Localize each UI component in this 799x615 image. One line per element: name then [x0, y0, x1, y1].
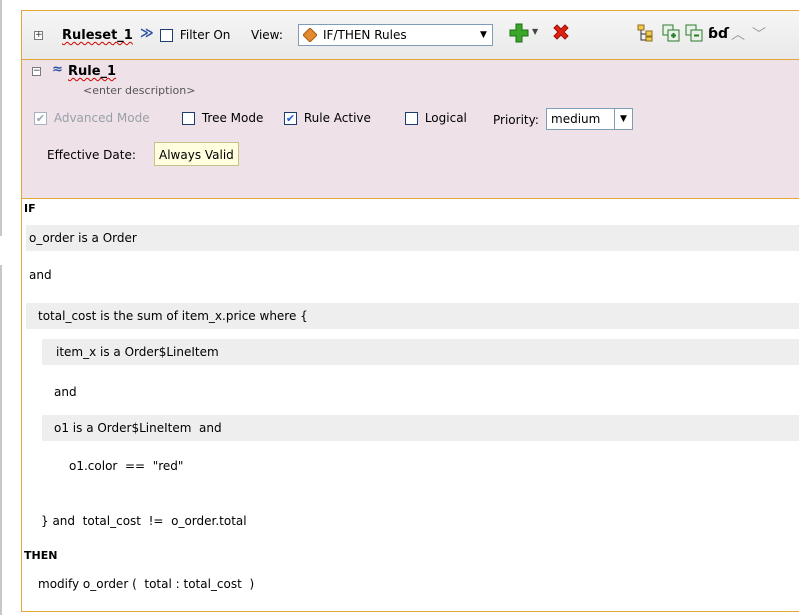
action-row[interactable]: modify o_order ( total : total_cost ) [26, 571, 799, 597]
rule-active-label: Rule Active [303, 111, 371, 125]
view-select-value: IF/THEN Rules [323, 28, 407, 42]
rule-options-chevron-icon[interactable]: ≈ [52, 62, 63, 77]
view-select[interactable]: IF/THEN Rules ▼ [298, 24, 493, 46]
condition-row[interactable]: o1.color == "red" [42, 453, 799, 479]
delete-rule-icon[interactable] [551, 23, 571, 46]
condition-text: o1 is a Order$LineItem and [54, 421, 222, 435]
rule-header: − ≈ Rule_1 <enter description> Advanced … [22, 60, 799, 199]
if-then-rules-icon [302, 27, 318, 43]
filter-on-checkbox-group[interactable]: Filter On [160, 28, 230, 42]
logical-group[interactable]: Logical [405, 111, 467, 125]
condition-row[interactable]: item_x is a Order$LineItem [42, 339, 799, 365]
filter-on-checkbox[interactable] [160, 29, 173, 42]
condition-text: o_order is a Order [29, 231, 137, 245]
effective-date-field[interactable]: Always Valid [154, 142, 239, 166]
tree-structure-icon[interactable] [637, 24, 655, 45]
rule-active-checkbox[interactable] [284, 112, 297, 125]
effective-date-label: Effective Date: [47, 148, 136, 162]
condition-text: and [54, 385, 77, 399]
add-rule-dropdown-icon[interactable]: ▼ [532, 27, 538, 36]
logical-checkbox[interactable] [405, 112, 418, 125]
chevron-down-icon[interactable]: ▼ [475, 25, 492, 45]
action-text: modify o_order ( total : total_cost ) [38, 577, 255, 591]
tree-mode-group[interactable]: Tree Mode [182, 111, 263, 125]
priority-label: Priority: [493, 113, 539, 127]
advanced-mode-group: Advanced Mode [34, 111, 150, 125]
ruleset-name[interactable]: Ruleset_1 [62, 28, 133, 43]
add-rule-icon[interactable] [509, 23, 529, 46]
filter-on-label: Filter On [179, 28, 231, 42]
condition-text: and [29, 268, 52, 282]
condition-row[interactable]: and [42, 379, 799, 405]
condition-text: } and total_cost != o_order.total [41, 514, 247, 528]
expand-all-icon[interactable] [662, 24, 680, 45]
chevron-down-icon[interactable]: ▼ [614, 109, 632, 129]
left-splitter-bottom [0, 265, 2, 615]
ruleset-options-chevron-icon[interactable]: ≫ [140, 26, 154, 41]
rule-name[interactable]: Rule_1 [68, 64, 116, 79]
condition-row[interactable]: o_order is a Order [26, 225, 799, 251]
glasses-icon[interactable]: ɓɗ [708, 26, 729, 42]
condition-row[interactable]: and [26, 262, 799, 288]
priority-value: medium [551, 112, 601, 126]
rule-collapse-toggle[interactable]: − [32, 67, 41, 76]
condition-text: o1.color == "red" [69, 459, 184, 473]
ruleset-toolbar: + Ruleset_1 ≫ Filter On View: IF/THEN Ru… [22, 11, 799, 60]
move-up-icon[interactable]: ︿ [731, 24, 745, 44]
ruleset-panel: + Ruleset_1 ≫ Filter On View: IF/THEN Ru… [21, 10, 799, 612]
ruleset-collapse-toggle[interactable]: + [34, 31, 43, 40]
if-keyword: IF [24, 202, 36, 215]
move-down-icon[interactable]: ﹀ [752, 24, 766, 44]
advanced-mode-checkbox [34, 112, 47, 125]
view-label: View: [251, 28, 283, 42]
condition-text: item_x is a Order$LineItem [56, 345, 219, 359]
logical-label: Logical [424, 111, 467, 125]
rule-description[interactable]: <enter description> [83, 84, 195, 97]
collapse-all-icon[interactable] [685, 24, 703, 45]
advanced-mode-label: Advanced Mode [53, 111, 150, 125]
tree-mode-label: Tree Mode [201, 111, 264, 125]
condition-row[interactable]: } and total_cost != o_order.total [26, 508, 799, 534]
condition-row[interactable]: o1 is a Order$LineItem and [42, 415, 799, 441]
condition-text: total_cost is the sum of item_x.price wh… [38, 309, 308, 323]
left-splitter-top [0, 0, 2, 236]
rule-body: IF o_order is a Order and total_cost is … [22, 199, 799, 611]
condition-row[interactable]: total_cost is the sum of item_x.price wh… [26, 303, 799, 329]
priority-select[interactable]: medium ▼ [546, 108, 633, 130]
tree-mode-checkbox[interactable] [182, 112, 195, 125]
then-keyword: THEN [24, 549, 58, 562]
rule-active-group[interactable]: Rule Active [284, 111, 371, 125]
